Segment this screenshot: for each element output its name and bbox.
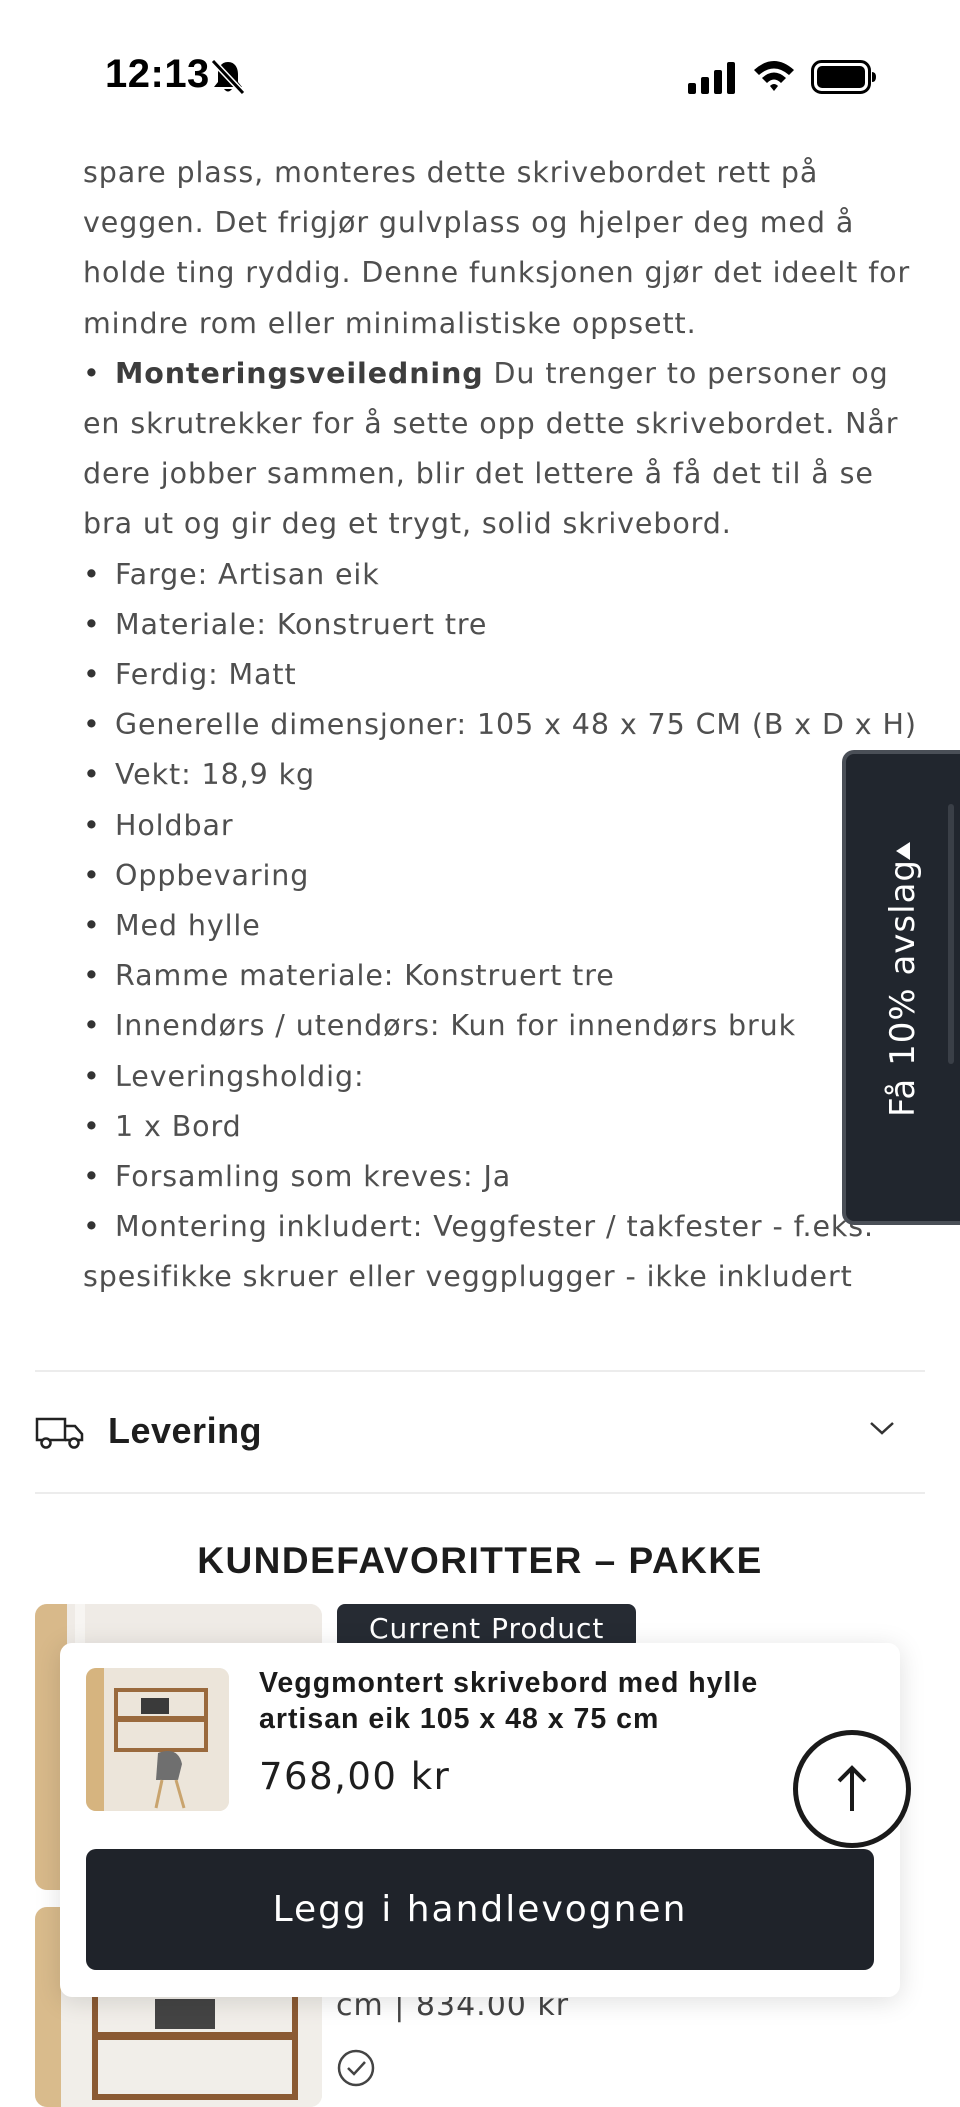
delivery-title: Levering bbox=[108, 1410, 263, 1451]
status-bar: 12:13 bbox=[0, 0, 960, 140]
product-description: spare plass, monteres dette skrivebordet… bbox=[83, 148, 928, 1303]
arrow-up-icon bbox=[837, 1765, 867, 1811]
list-item: Farge: Artisan eik bbox=[83, 550, 928, 600]
add-to-cart-button[interactable]: Legg i handlevognen bbox=[86, 1849, 874, 1970]
list-item: Montering inkludert: Veggfester / takfes… bbox=[83, 1202, 928, 1302]
delivery-accordion[interactable]: Levering bbox=[35, 1372, 925, 1494]
status-time: 12:13 bbox=[105, 52, 210, 96]
wifi-icon bbox=[754, 61, 794, 91]
discount-side-tab[interactable]: Få 10% avslag bbox=[842, 750, 960, 1225]
back-to-top-button[interactable] bbox=[793, 1730, 911, 1848]
bundle-section-title: KUNDEFAVORITTER – PAKKE bbox=[197, 1540, 763, 1581]
list-item: Ferdig: Matt bbox=[83, 650, 928, 700]
list-item: 1 x Bord bbox=[83, 1102, 928, 1152]
bell-muted-icon bbox=[210, 58, 246, 96]
cellular-signal-icon bbox=[688, 62, 735, 94]
description-intro: spare plass, monteres dette skrivebordet… bbox=[83, 156, 911, 340]
checkbox-checked-icon[interactable] bbox=[337, 2049, 379, 2087]
discount-tab-label: Få 10% avslag bbox=[883, 858, 923, 1117]
sticky-product-name: Veggmontert skrivebord med hylle artisan… bbox=[259, 1667, 759, 1735]
list-item: Ramme materiale: Konstruert tre bbox=[83, 951, 928, 1001]
chevron-down-icon bbox=[870, 1422, 894, 1435]
triangle-left-icon bbox=[896, 842, 910, 860]
spec-list: Monteringsveiledning Du trenger to perso… bbox=[83, 349, 928, 1303]
list-item: Oppbevaring bbox=[83, 851, 928, 901]
list-item: Monteringsveiledning Du trenger to perso… bbox=[83, 349, 928, 550]
list-item: Materiale: Konstruert tre bbox=[83, 600, 928, 650]
list-item: Innendørs / utendørs: Kun for innendørs … bbox=[83, 1001, 928, 1051]
list-item: Med hylle bbox=[83, 901, 928, 951]
side-tab-scrollbar bbox=[948, 804, 954, 1064]
product-thumbnail bbox=[86, 1668, 229, 1811]
list-item: Forsamling som kreves: Ja bbox=[83, 1152, 928, 1202]
list-item: Generelle dimensjoner: 105 x 48 x 75 CM … bbox=[83, 700, 928, 750]
list-item: Leveringsholdig: bbox=[83, 1052, 928, 1102]
sticky-product-price: 768,00 kr bbox=[259, 1755, 451, 1798]
battery-icon bbox=[811, 60, 876, 94]
divider bbox=[35, 1492, 925, 1494]
product-thumbnail-image bbox=[86, 1668, 229, 1811]
sticky-add-to-cart: Veggmontert skrivebord med hylle artisan… bbox=[60, 1643, 900, 1997]
list-item: Holdbar bbox=[83, 801, 928, 851]
mounting-heading: Monteringsveiledning bbox=[115, 356, 484, 390]
truck-icon bbox=[35, 1417, 84, 1449]
list-item: Vekt: 18,9 kg bbox=[83, 750, 928, 800]
